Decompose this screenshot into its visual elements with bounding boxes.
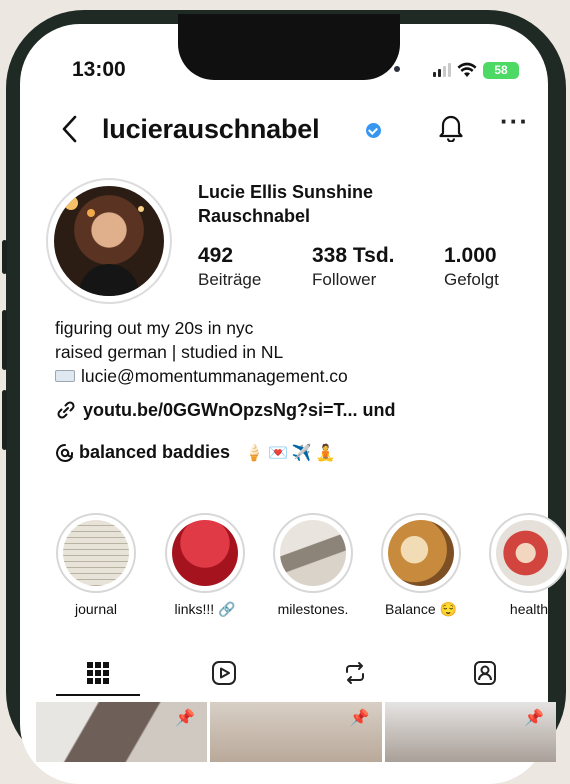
side-button [2, 310, 7, 370]
highlight-journal[interactable]: journal [54, 513, 138, 617]
highlight-milestones[interactable]: milestones. [271, 513, 355, 617]
highlight-label: links!!! 🔗 [174, 601, 236, 617]
threads-text: balanced baddies [79, 442, 231, 462]
highlight-ring [489, 513, 569, 593]
wifi-icon [457, 62, 477, 77]
side-button [2, 390, 7, 450]
highlight-thumbnail [496, 520, 562, 586]
stat-label: Follower [312, 270, 377, 289]
pin-icon: 📌 [175, 710, 196, 727]
status-time: 13:00 [72, 58, 126, 81]
bio: figuring out my 20s in nyc raised german… [55, 316, 348, 388]
grid-icon [87, 662, 109, 684]
reposts-icon [346, 662, 364, 684]
stat-followers[interactable]: 338 Tsd. Follower [312, 244, 394, 290]
full-name: Lucie Ellis Sunshine Rauschnabel [198, 182, 374, 226]
pin-icon: 📌 [524, 710, 544, 727]
tab-grid[interactable] [83, 658, 113, 688]
stat-label: Gefolgt [444, 270, 499, 289]
stat-value: 1.000 [444, 244, 497, 267]
stat-following[interactable]: 1.000 Gefolgt [444, 244, 499, 290]
highlight-ring [165, 513, 245, 593]
stat-posts[interactable]: 492 Beiträge [198, 244, 261, 290]
profile-link-text: youtu.be/0GGWnOpzsNg?si=T... und [83, 399, 396, 420]
back-arrow-icon[interactable] [60, 114, 80, 144]
threads-icon [56, 443, 73, 462]
verified-badge-icon [366, 123, 381, 138]
tab-reposts[interactable] [340, 658, 370, 688]
tab-tagged[interactable] [470, 658, 500, 688]
post-thumbnail[interactable]: 📌 [210, 702, 382, 762]
side-button [2, 240, 7, 274]
threads-emojis: 🍦💌✈️🧘 [244, 444, 340, 462]
highlight-label: journal [74, 601, 118, 617]
username: lucierauschnabel [102, 114, 320, 144]
dynamic-notch [178, 14, 400, 80]
highlight-label: health [509, 601, 549, 617]
stat-value: 492 [198, 244, 234, 267]
highlight-ring [381, 513, 461, 593]
more-options-icon[interactable]: ··· [500, 106, 529, 137]
battery-indicator: 58 [483, 61, 519, 79]
bell-icon[interactable] [438, 112, 464, 142]
link-icon [57, 401, 75, 419]
highlight-label: Balance 😌 [385, 601, 457, 617]
highlight-label: milestones. [277, 601, 349, 617]
highlight-links[interactable]: links!!! 🔗 [163, 513, 247, 618]
envelope-icon [55, 370, 75, 382]
tagged-icon [474, 661, 496, 685]
profile-tabs [56, 648, 536, 698]
active-tab-indicator [56, 694, 140, 696]
bio-line: figuring out my 20s in nyc [55, 318, 254, 338]
profile-link[interactable]: youtu.be/0GGWnOpzsNg?si=T... und [55, 399, 396, 421]
highlight-health[interactable]: health [487, 513, 570, 617]
threads-link[interactable]: balanced baddies 🍦💌✈️🧘 [55, 442, 340, 463]
signal-icon [433, 63, 451, 77]
avatar[interactable] [46, 178, 172, 304]
bio-email-row: lucie@momentummanagement.co [55, 364, 348, 388]
camera-dot [394, 66, 400, 72]
highlight-thumbnail [280, 520, 346, 586]
status-icons: 58 [433, 60, 519, 80]
highlight-thumbnail [63, 520, 129, 586]
stat-value: 338 Tsd. [312, 244, 395, 267]
highlight-balance[interactable]: Balance 😌 [379, 513, 463, 618]
highlight-ring [273, 513, 353, 593]
post-grid: 📌 📌 📌 [36, 702, 556, 762]
tab-reels[interactable] [209, 658, 239, 688]
reels-icon [212, 661, 236, 685]
post-thumbnail[interactable]: 📌 [384, 702, 556, 762]
stat-label: Beiträge [198, 270, 262, 289]
highlight-thumbnail [388, 520, 454, 586]
bio-line: raised german | studied in NL [55, 342, 284, 362]
profile-header: lucierauschnabel ··· [56, 106, 536, 152]
post-thumbnail[interactable]: 📌 [36, 702, 208, 762]
highlight-thumbnail [172, 520, 238, 586]
pin-icon: 📌 [349, 710, 370, 727]
avatar-photo [54, 186, 164, 296]
highlight-ring [56, 513, 136, 593]
bio-email[interactable]: lucie@momentummanagement.co [81, 364, 348, 388]
